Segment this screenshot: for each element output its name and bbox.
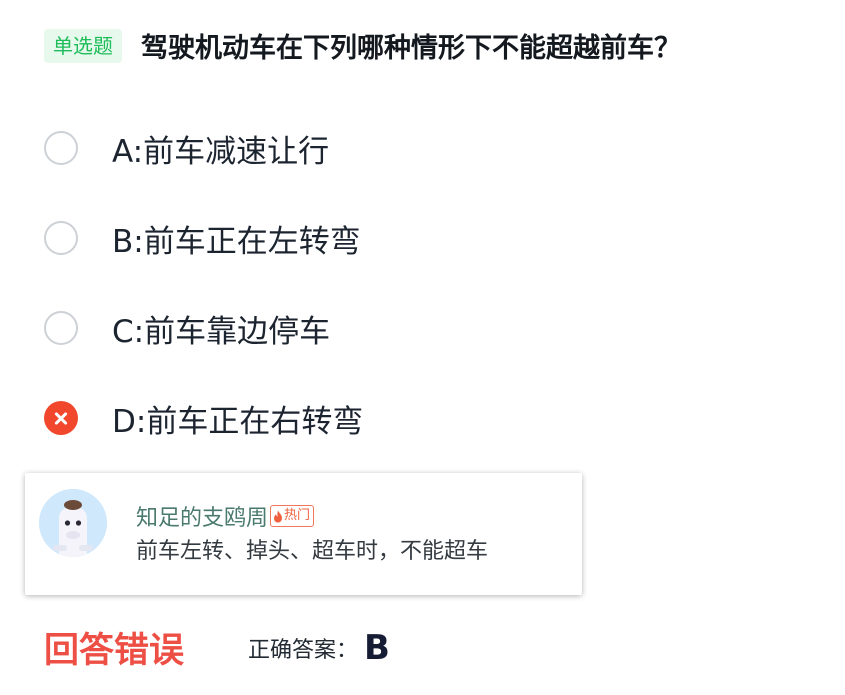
question-text: 驾驶机动车在下列哪种情形下不能超越前车？: [141, 33, 681, 64]
radio-icon[interactable]: [44, 221, 78, 255]
radio-icon[interactable]: [44, 311, 78, 345]
flame-icon: [274, 510, 283, 522]
option-label: C:前车靠边停车: [112, 313, 331, 350]
comment-text: 前车左转、掉头、超车时，不能超车: [136, 539, 489, 564]
option-label: B:前车正在左转弯: [112, 223, 361, 260]
username[interactable]: 知足的支鸥周: [136, 500, 268, 532]
option-label: D:前车正在右转弯: [112, 403, 364, 440]
correct-answer-label: 正确答案：: [248, 637, 359, 663]
hot-badge-label: 热门: [284, 508, 311, 523]
wrong-mark-icon[interactable]: [44, 401, 78, 435]
question-type-tag: 单选题: [44, 28, 122, 63]
option-b[interactable]: B:前车正在左转弯: [44, 208, 363, 268]
answer-options: A:前车减速让行 B:前车正在左转弯 C:前车靠边停车 D:前车正在右转弯: [44, 118, 363, 478]
hot-badge: 热门: [270, 505, 315, 527]
result-bar: 回答错误 正确答案： B: [44, 622, 390, 673]
option-c[interactable]: C:前车靠边停车: [44, 298, 363, 358]
answer-wrong-status: 回答错误: [44, 631, 185, 671]
radio-icon[interactable]: [44, 131, 78, 165]
correct-answer-value: B: [364, 627, 390, 668]
hot-comment-card[interactable]: 知足的支鸥周 热门 前车左转、掉头、超车时，不能超车: [25, 473, 582, 595]
option-a[interactable]: A:前车减速让行: [44, 118, 363, 178]
option-d[interactable]: D:前车正在右转弯: [44, 388, 363, 448]
question-header: 单选题 驾驶机动车在下列哪种情形下不能超越前车？: [44, 26, 835, 65]
horse-avatar-icon[interactable]: [39, 489, 107, 557]
option-label: A:前车减速让行: [112, 133, 330, 170]
comment-author: 知足的支鸥周 热门: [136, 500, 315, 532]
